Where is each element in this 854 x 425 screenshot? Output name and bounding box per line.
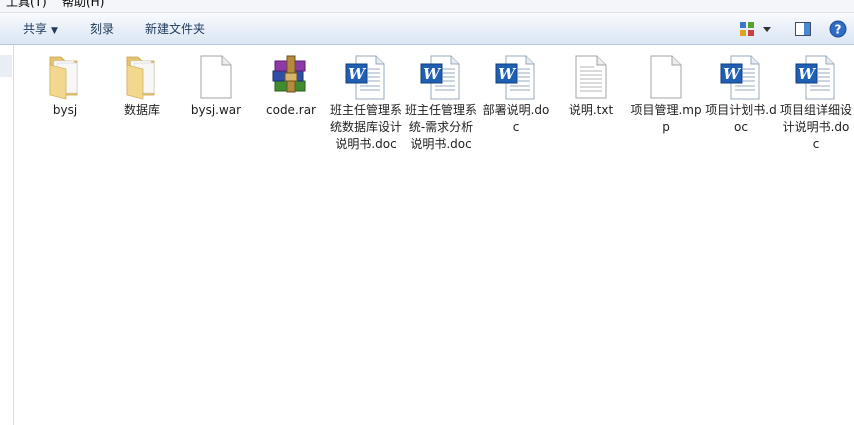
blank-file-icon bbox=[200, 55, 232, 99]
file-item-readme-txt[interactable]: 说明.txt bbox=[555, 53, 627, 119]
text-file-icon bbox=[575, 55, 607, 99]
word-document-icon: W bbox=[720, 55, 760, 100]
view-options-dropdown[interactable] bbox=[760, 19, 774, 39]
burn-button[interactable]: 刻录 bbox=[90, 20, 114, 38]
nav-selected-item[interactable] bbox=[0, 55, 12, 77]
file-label: 部署说明.doc bbox=[482, 103, 550, 134]
file-label: 项目管理.mpp bbox=[630, 103, 702, 134]
file-item-project-mpp[interactable]: 项目管理.mpp bbox=[630, 53, 702, 136]
word-document-icon: W bbox=[420, 55, 460, 100]
file-item-requirements-doc[interactable]: W 班主任管理系统-需求分析说明书.doc bbox=[405, 53, 477, 153]
svg-text:W: W bbox=[348, 65, 367, 83]
preview-pane-button[interactable] bbox=[793, 19, 813, 39]
file-item-database-folder[interactable]: 数据库 bbox=[106, 53, 178, 119]
help-button[interactable]: ? bbox=[828, 19, 848, 39]
svg-text:W: W bbox=[498, 65, 517, 83]
winrar-archive-icon bbox=[272, 55, 306, 93]
menu-help[interactable]: 帮助(H) bbox=[62, 0, 104, 10]
new-folder-button-label: 新建文件夹 bbox=[145, 22, 206, 36]
file-label: 说明.txt bbox=[568, 103, 614, 117]
blank-file-icon bbox=[650, 55, 682, 99]
help-icon: ? bbox=[829, 20, 847, 38]
file-label: code.rar bbox=[266, 103, 316, 117]
file-label: 数据库 bbox=[123, 103, 160, 117]
word-document-icon: W bbox=[345, 55, 385, 100]
folder-icon bbox=[126, 56, 155, 100]
file-item-detailed-design-doc[interactable]: W 项目组详细设计说明书.doc bbox=[780, 53, 852, 153]
file-item-bysj-war[interactable]: bysj.war bbox=[180, 53, 252, 119]
word-document-icon: W bbox=[795, 55, 835, 100]
command-bar: 共享 ▼ 刻录 新建文件夹 ? bbox=[0, 13, 854, 45]
menu-bar: 工具(T) 帮助(H) bbox=[0, 0, 854, 13]
file-label: 项目计划书.doc bbox=[705, 103, 777, 134]
file-list: bysj 数据库 bysj.war code.rar W 班主任管理系统数据库设… bbox=[14, 45, 854, 425]
file-item-deploy-doc[interactable]: W 部署说明.doc bbox=[480, 53, 552, 136]
svg-text:W: W bbox=[798, 65, 817, 83]
menu-tools[interactable]: 工具(T) bbox=[6, 0, 47, 10]
preview-pane-icon bbox=[795, 22, 811, 36]
svg-text:W: W bbox=[723, 65, 742, 83]
new-folder-button[interactable]: 新建文件夹 bbox=[145, 20, 205, 38]
word-document-icon: W bbox=[495, 55, 535, 100]
share-button[interactable]: 共享 ▼ bbox=[23, 20, 58, 38]
burn-button-label: 刻录 bbox=[90, 22, 115, 36]
file-label: 班主任管理系统-需求分析说明书.doc bbox=[405, 103, 478, 151]
file-label: 项目组详细设计说明书.doc bbox=[780, 103, 853, 151]
file-item-code-rar[interactable]: code.rar bbox=[255, 53, 327, 119]
view-grid-icon bbox=[740, 22, 754, 36]
share-button-label: 共享 bbox=[23, 22, 48, 36]
file-label: 班主任管理系统数据库设计说明书.doc bbox=[330, 103, 403, 151]
svg-text:?: ? bbox=[835, 23, 842, 37]
file-label: bysj bbox=[52, 103, 78, 117]
file-item-db-design-doc[interactable]: W 班主任管理系统数据库设计说明书.doc bbox=[330, 53, 402, 153]
file-label: bysj.war bbox=[190, 103, 242, 117]
file-item-bysj[interactable]: bysj bbox=[29, 53, 101, 119]
file-item-plan-doc[interactable]: W 项目计划书.doc bbox=[705, 53, 777, 136]
svg-text:W: W bbox=[423, 65, 442, 83]
navigation-pane[interactable] bbox=[0, 45, 14, 425]
chevron-down-icon bbox=[763, 27, 771, 32]
change-view-button[interactable] bbox=[738, 19, 758, 39]
folder-icon bbox=[49, 56, 78, 100]
chevron-down-icon: ▼ bbox=[51, 26, 58, 36]
